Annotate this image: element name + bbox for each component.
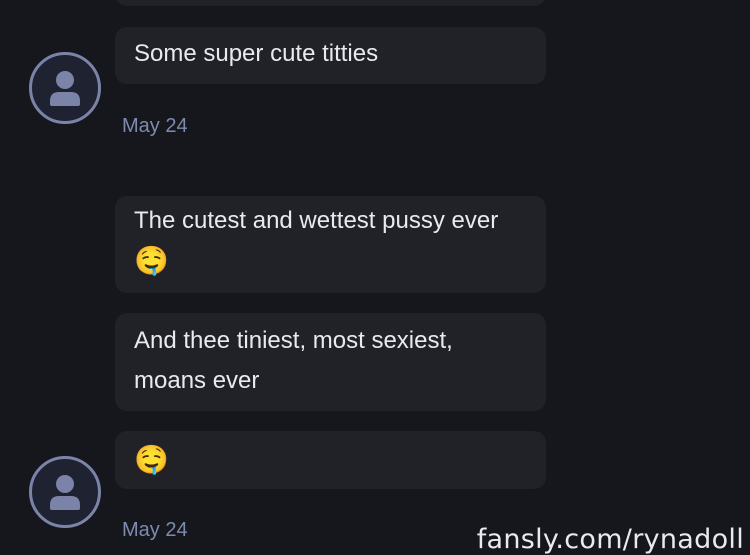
message-bubble[interactable]: And thee tiniest, most sexiest, moans ev…	[115, 313, 546, 411]
sender-avatar[interactable]	[29, 52, 101, 124]
message-text-line: moans ever	[134, 367, 260, 394]
watermark: fansly.com/rynadoll	[476, 524, 744, 555]
user-silhouette-icon	[50, 71, 80, 106]
message-date: May 24	[122, 115, 188, 137]
message-text: Some super cute titties	[134, 40, 379, 67]
message-text: The cutest and wettest pussy ever	[134, 207, 499, 234]
user-silhouette-icon	[50, 475, 80, 510]
drooling-face-emoji: 🤤	[134, 443, 169, 475]
message-text-line: And thee tiniest, most sexiest,	[134, 327, 453, 354]
message-bubble[interactable]: The cutest and wettest pussy ever 🤤	[115, 196, 546, 293]
sender-avatar[interactable]	[29, 456, 101, 528]
message-date: May 24	[122, 519, 188, 541]
message-bubble-partial	[115, 0, 546, 6]
message-bubble[interactable]: 🤤	[115, 431, 546, 489]
message-bubble[interactable]: Some super cute titties	[115, 27, 546, 84]
drooling-face-emoji: 🤤	[134, 244, 169, 276]
